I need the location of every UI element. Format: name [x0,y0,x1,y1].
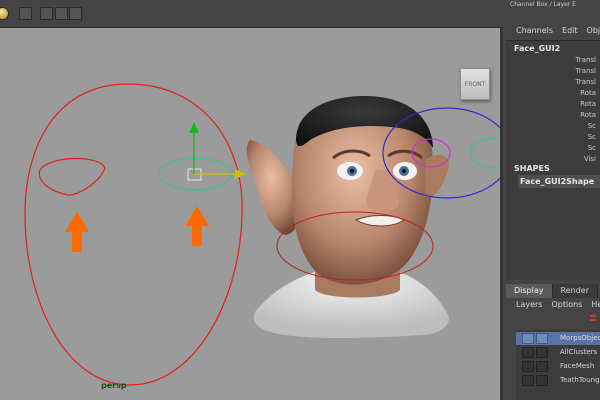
tab-display[interactable]: Display [506,284,553,298]
layer-row[interactable]: MorpsObject [516,332,600,345]
channel-box-panel: Channel Box / Layer E Channels Edit Obje… [506,0,600,400]
layer-list: MorpsObject AllClusters V FaceMesh V Tea… [516,330,600,400]
cube-icon[interactable] [40,7,53,20]
face-gui-outline [24,83,243,386]
manip-y-arrow [189,122,199,133]
menu-layers[interactable]: Layers [516,298,542,312]
menu-help[interactable]: Help [591,298,600,312]
layer-playback-toggle[interactable] [522,361,534,372]
channel-menu: Channels Edit Object [506,26,600,40]
attr-translate-y[interactable]: Transl [576,67,596,75]
layer-name: TeathToung [560,376,600,384]
layer-menu: Layers Options Help [506,298,600,312]
layer-row[interactable]: V TeathToung [516,374,600,387]
layer-name: MorpsObject [560,334,600,342]
menu-object[interactable]: Object [587,26,600,40]
tool-shelf [0,0,503,28]
layer-row[interactable]: AllClusters [516,346,600,359]
menu-channels[interactable]: Channels [516,26,553,40]
layer-playback-toggle[interactable] [522,333,534,344]
manip-x-arrow [235,169,246,179]
share-icon[interactable] [69,7,82,20]
orange-arrow-right [185,206,209,246]
layer-tabs: Display Render [506,284,600,298]
node-name[interactable]: Face_GUI2 [514,44,560,53]
layer-playback-toggle[interactable] [522,347,534,358]
attr-scale-x[interactable]: Sc [588,122,596,130]
attr-translate-z[interactable]: Transl [576,78,596,86]
attr-translate-x[interactable]: Transl [576,56,596,64]
attr-scale-z[interactable]: Sc [588,144,596,152]
layer-color-swatch[interactable] [536,347,548,358]
eye-control [38,157,106,196]
new-layer-icon [590,315,596,321]
menu-options[interactable]: Options [551,298,582,312]
viewcube-face-label: FRONT [464,80,486,88]
panel-title: Channel Box / Layer E [510,1,576,8]
layer-tool-icons [590,315,596,321]
shape-name[interactable]: Face_GUI2Shape [518,175,600,188]
viewport-scene [24,83,500,386]
camera-label: persp [101,381,127,390]
tab-render[interactable]: Render [552,284,598,298]
layer-color-swatch[interactable] [536,375,548,386]
layer-name: FaceMesh [560,362,595,370]
menu-edit[interactable]: Edit [562,26,578,40]
attr-scale-y[interactable]: Sc [588,133,596,141]
attr-rotate-z[interactable]: Rota [580,111,596,119]
sphere-icon[interactable] [0,7,9,20]
layer-playback-toggle[interactable] [522,375,534,386]
orange-arrow-left [65,212,89,252]
copy-icon[interactable] [55,7,68,20]
select-camera-icon[interactable] [19,7,32,20]
attr-rotate-y[interactable]: Rota [580,100,596,108]
attribute-list: Face_GUI2 Transl Transl Transl Rota Rota… [506,40,600,280]
layer-row[interactable]: V FaceMesh [516,360,600,373]
layer-color-swatch[interactable] [536,361,548,372]
3d-viewport[interactable]: FRONT persp [0,28,503,400]
layer-color-swatch[interactable] [536,333,548,344]
green-control-ring [470,137,500,169]
attr-visibility[interactable]: Visi [584,155,596,163]
viewcube[interactable]: FRONT [460,68,490,100]
layer-name: AllClusters [560,348,598,356]
shapes-header: SHAPES [514,164,550,173]
layer-toolbar [506,312,600,330]
attr-rotate-x[interactable]: Rota [580,89,596,97]
